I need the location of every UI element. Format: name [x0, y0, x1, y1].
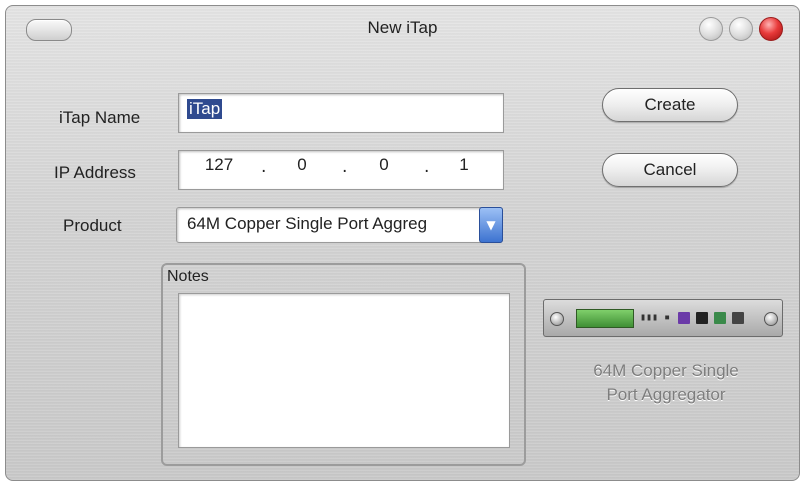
device-caption-line2: Port Aggregator: [606, 385, 726, 404]
ip-address-label: IP Address: [54, 163, 136, 182]
device-port-icon: [732, 312, 744, 324]
device-port-icon: [678, 312, 690, 324]
chevron-down-icon[interactable]: ▼: [479, 207, 503, 243]
window-title: New iTap: [367, 18, 438, 37]
ip-separator: .: [424, 157, 430, 177]
cancel-button[interactable]: Cancel: [602, 153, 738, 187]
ip-octet-1[interactable]: 127: [199, 155, 239, 175]
product-selected-value: 64M Copper Single Port Aggreg: [187, 214, 428, 233]
create-button[interactable]: Create: [602, 88, 738, 122]
ip-address-field[interactable]: 127 . 0 . 0 . 1: [178, 150, 504, 190]
product-select[interactable]: 64M Copper Single Port Aggreg ▼: [176, 207, 503, 243]
itap-name-input[interactable]: iTap: [178, 93, 504, 133]
device-screw-icon: [764, 312, 778, 326]
ip-octet-2[interactable]: 0: [282, 155, 322, 175]
minimize-icon[interactable]: [699, 17, 723, 41]
ip-octet-3[interactable]: 0: [364, 155, 404, 175]
device-port-icon: [714, 312, 726, 324]
device-display-icon: [576, 309, 634, 328]
product-label: Product: [63, 216, 122, 235]
notes-textarea[interactable]: [178, 293, 510, 448]
device-caption-line1: 64M Copper Single: [593, 361, 739, 380]
itap-name-value: iTap: [187, 99, 223, 119]
device-caption: 64M Copper Single Port Aggregator: [551, 359, 781, 407]
device-port-icon: [696, 312, 708, 324]
new-itap-window: New iTap iTap Name iTap IP Address 127 .…: [5, 5, 800, 481]
ip-octet-4[interactable]: 1: [444, 155, 484, 175]
device-image: ▮▮▮ ▪: [543, 299, 783, 337]
title-bar[interactable]: New iTap: [6, 6, 799, 50]
notes-label: Notes: [167, 268, 209, 285]
notes-group: Notes: [161, 263, 526, 466]
ip-separator: .: [342, 157, 348, 177]
device-screw-icon: [550, 312, 564, 326]
itap-name-label: iTap Name: [59, 108, 141, 127]
close-icon[interactable]: [759, 17, 783, 41]
device-leds-icon: ▮▮▮ ▪: [640, 312, 671, 323]
ip-separator: .: [261, 157, 267, 177]
zoom-icon[interactable]: [729, 17, 753, 41]
